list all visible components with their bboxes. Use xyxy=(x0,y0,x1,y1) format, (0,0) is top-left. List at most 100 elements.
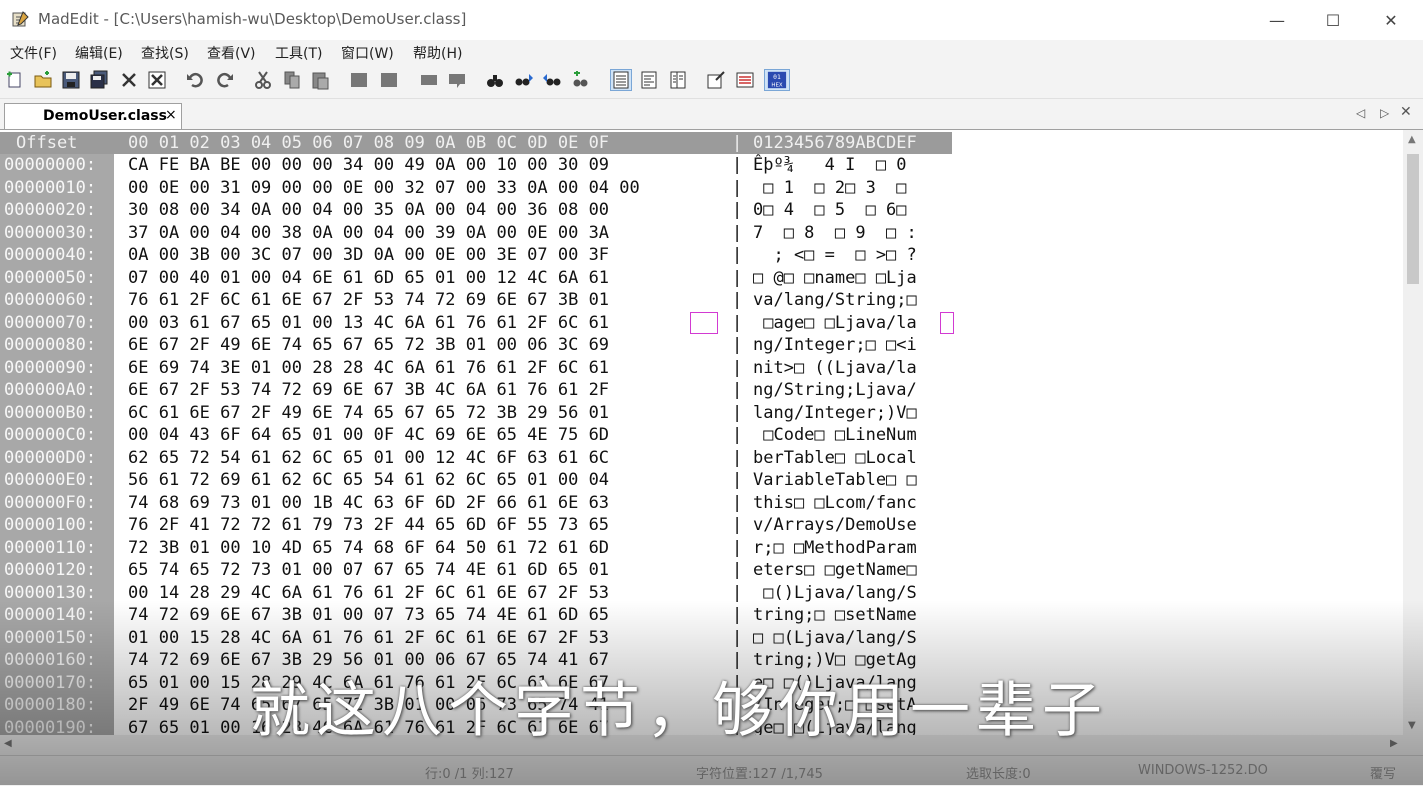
tab-demouser[interactable]: DemoUser.class × xyxy=(4,103,182,129)
scroll-down-icon[interactable]: ▼ xyxy=(1408,720,1416,731)
vertical-scrollbar[interactable]: ▲ ▼ xyxy=(1403,130,1423,735)
row-offset: 00000050: xyxy=(4,267,97,288)
menu-help[interactable]: 帮助(H) xyxy=(413,43,462,63)
row-hex-bytes: 37 0A 00 04 00 38 0A 00 04 00 39 0A 00 0… xyxy=(128,222,610,243)
maximize-button[interactable]: ☐ xyxy=(1310,6,1356,34)
close-file-icon[interactable] xyxy=(118,69,140,91)
cut-icon[interactable] xyxy=(252,69,274,91)
row-offset: 000000C0: xyxy=(4,425,97,445)
menu-file[interactable]: 文件(F) xyxy=(10,43,57,63)
row-offset: 00000100: xyxy=(4,515,97,535)
indent-icon[interactable] xyxy=(348,69,370,91)
row-offset: 00000150: xyxy=(4,627,97,648)
scroll-up-icon[interactable]: ▲ xyxy=(1408,134,1416,145)
menu-view[interactable]: 查看(V) xyxy=(207,43,256,63)
row-hex-bytes: 72 3B 01 00 10 4D 65 74 68 6F 64 50 61 7… xyxy=(128,537,610,558)
row-hex-bytes: CA FE BA BE 00 00 00 34 00 49 0A 00 10 0… xyxy=(128,155,610,175)
hex-view-icon[interactable]: 01 HEX xyxy=(764,69,790,91)
tab-scroll-left-icon[interactable]: ◁ xyxy=(1356,106,1365,120)
comment-icon[interactable] xyxy=(418,69,440,91)
row-offset: 00000070: xyxy=(4,312,97,333)
find-icon[interactable] xyxy=(484,69,506,91)
word-wrap-icon[interactable] xyxy=(705,69,727,91)
paste-icon[interactable] xyxy=(309,69,331,91)
row-ascii: lang/Integer;)V□ xyxy=(753,402,917,423)
text-mode-icon[interactable] xyxy=(610,69,632,91)
tab-close-all-icon[interactable]: ✕ xyxy=(1400,104,1412,120)
row-separator: | xyxy=(732,447,743,468)
app-icon xyxy=(12,11,29,27)
row-offset: 00000120: xyxy=(4,560,97,580)
undo-icon[interactable] xyxy=(184,69,206,91)
row-offset: 00000180: xyxy=(4,695,97,715)
row-hex-bytes: 62 65 72 54 61 62 6C 65 01 00 12 4C 6F 6… xyxy=(128,447,610,468)
save-icon[interactable] xyxy=(60,69,82,91)
menu-tools[interactable]: 工具(T) xyxy=(275,43,322,63)
save-all-icon[interactable] xyxy=(88,69,110,91)
copy-icon[interactable] xyxy=(281,69,303,91)
row-offset: 00000190: xyxy=(4,717,97,736)
row-ascii: 0□ 4 □ 5 □ 6□ xyxy=(753,200,907,220)
row-hex-bytes: 07 00 40 01 00 04 6E 61 6D 65 01 00 12 4… xyxy=(128,267,610,288)
column-mode-icon[interactable] xyxy=(638,69,660,91)
close-window-button[interactable]: ✕ xyxy=(1368,6,1414,34)
row-ascii: ; <□ = □ >□ ? xyxy=(753,245,917,265)
row-offset: 00000130: xyxy=(4,582,97,603)
row-hex-bytes: 76 2F 41 72 72 61 79 73 2F 44 65 6D 6F 5… xyxy=(128,515,610,535)
status-encoding: WINDOWS-1252.DO xyxy=(1138,763,1268,778)
hex-editor[interactable]: Offset 00 01 02 03 04 05 06 07 08 09 0A … xyxy=(0,130,1403,735)
unindent-icon[interactable] xyxy=(378,69,400,91)
svg-text:01: 01 xyxy=(773,74,781,81)
row-offset: 000000F0: xyxy=(4,492,97,513)
row-ascii: ng/String;Ljava/ xyxy=(753,380,917,400)
new-file-icon[interactable] xyxy=(4,69,26,91)
row-hex-bytes: 6C 61 6E 67 2F 49 6E 74 65 67 65 72 3B 2… xyxy=(128,402,610,423)
row-ascii: □ 1 □ 2□ 3 □ xyxy=(753,177,907,198)
row-separator: | xyxy=(732,402,743,423)
row-separator: | xyxy=(732,200,743,220)
find-next-icon[interactable] xyxy=(513,69,535,91)
tab-label: DemoUser.class xyxy=(43,108,167,124)
row-separator: | xyxy=(732,267,743,288)
open-file-icon[interactable] xyxy=(32,69,54,91)
row-hex-bytes: 6E 67 2F 49 6E 74 65 67 65 72 3B 01 00 0… xyxy=(128,335,610,355)
menu-edit[interactable]: 编辑(E) xyxy=(75,43,123,63)
scroll-left-icon[interactable]: ◀ xyxy=(4,738,12,749)
row-separator: | xyxy=(732,245,743,265)
row-ascii: ng/Integer;□ □<i xyxy=(753,335,917,355)
toolbar: 01 HEX xyxy=(0,64,1423,99)
row-ascii: 7 □ 8 □ 9 □ : xyxy=(753,222,917,243)
row-offset: 00000170: xyxy=(4,672,97,693)
minimize-button[interactable]: — xyxy=(1254,6,1300,34)
row-offset: 00000060: xyxy=(4,290,97,310)
menu-window[interactable]: 窗口(W) xyxy=(341,43,394,63)
row-separator: | xyxy=(732,492,743,513)
row-ascii: □Code□ □LineNum xyxy=(753,425,917,445)
replace-icon[interactable] xyxy=(570,69,592,91)
options-icon[interactable] xyxy=(734,69,756,91)
hex-mode-icon[interactable] xyxy=(667,69,689,91)
close-all-icon[interactable] xyxy=(146,69,168,91)
row-hex-bytes: 76 61 2F 6C 61 6E 67 2F 53 74 72 69 6E 6… xyxy=(128,290,610,310)
svg-text:HEX: HEX xyxy=(771,82,783,88)
row-ascii: □()Ljava/lang/S xyxy=(753,582,917,603)
header-offset: Offset xyxy=(16,133,78,153)
redo-icon[interactable] xyxy=(214,69,236,91)
row-separator: | xyxy=(732,335,743,355)
row-ascii: berTable□ □Local xyxy=(753,447,917,468)
tab-close-icon[interactable]: × xyxy=(165,107,177,123)
status-position: 行:0 /1 列:127 xyxy=(425,767,514,782)
ascii-cursor xyxy=(939,311,954,334)
uncomment-icon[interactable] xyxy=(446,69,468,91)
row-offset: 00000080: xyxy=(4,335,97,355)
row-separator: | xyxy=(732,290,743,310)
row-separator: | xyxy=(732,627,743,648)
row-offset: 000000E0: xyxy=(4,470,97,490)
find-prev-icon[interactable] xyxy=(541,69,563,91)
tab-scroll-right-icon[interactable]: ▷ xyxy=(1380,106,1389,120)
scroll-right-icon[interactable]: ▶ xyxy=(1390,738,1398,749)
menu-search[interactable]: 查找(S) xyxy=(141,43,189,63)
row-offset: 00000110: xyxy=(4,537,97,558)
vertical-scroll-thumb[interactable] xyxy=(1407,154,1419,284)
row-separator: | xyxy=(732,155,743,175)
